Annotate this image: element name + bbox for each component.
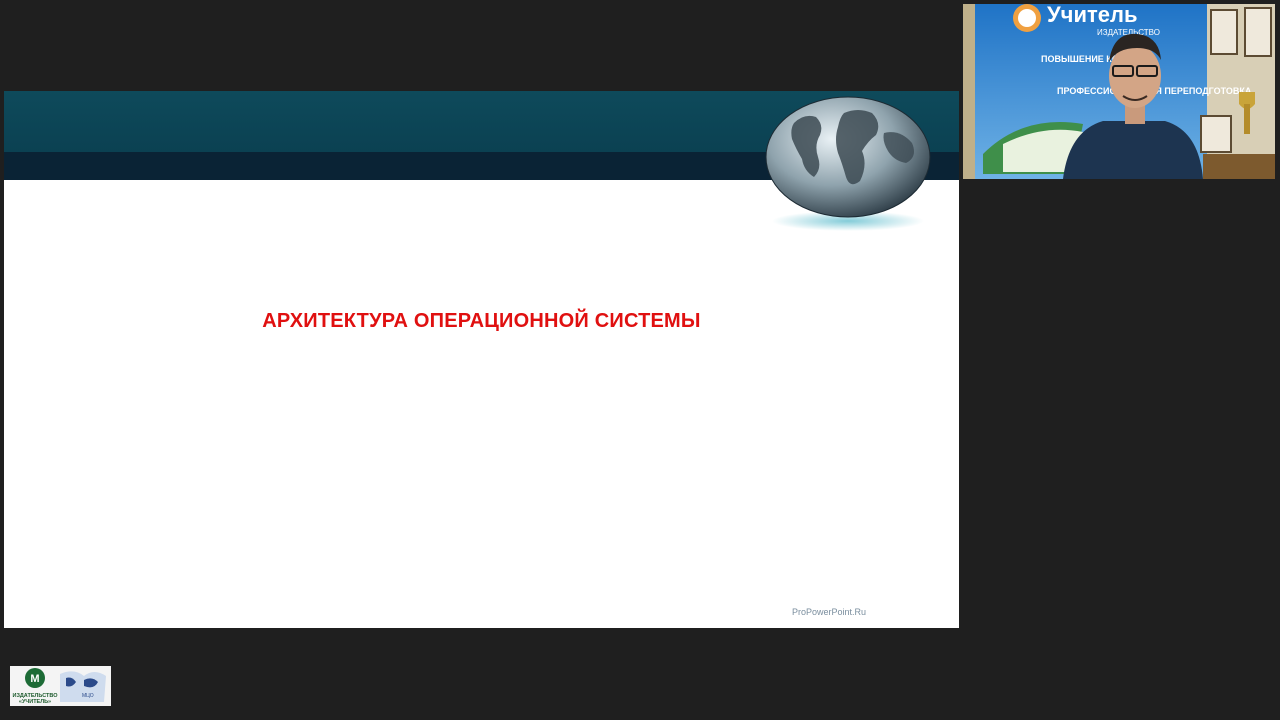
slide-title: АРХИТЕКТУРА ОПЕРАЦИОННОЙ СИСТЕМЫ: [262, 310, 701, 332]
slide-watermark: ProPowerPoint.Ru: [792, 607, 867, 617]
globe-image: [765, 96, 931, 231]
banner-brand: Учитель: [1047, 4, 1138, 27]
logo-partner: МЦО: [82, 693, 94, 699]
publisher-logo: M ИЗДАТЕЛЬСТВО «УЧИТЕЛЬ» МЦО: [10, 666, 111, 706]
webcam-frame: Учитель ИЗДАТЕЛЬСТВО ПОВЫШЕНИЕ КВАЛИ... …: [963, 4, 1275, 179]
svg-text:M: M: [30, 673, 39, 685]
presentation-slide: АРХИТЕКТУРА ОПЕРАЦИОННОЙ СИСТЕМЫ ProPowe…: [4, 91, 959, 628]
logo-publisher-name: ИЗДАТЕЛЬСТВО «УЧИТЕЛЬ»: [12, 693, 58, 705]
webcam-video: Учитель ИЗДАТЕЛЬСТВО ПОВЫШЕНИЕ КВАЛИ... …: [963, 4, 1275, 179]
